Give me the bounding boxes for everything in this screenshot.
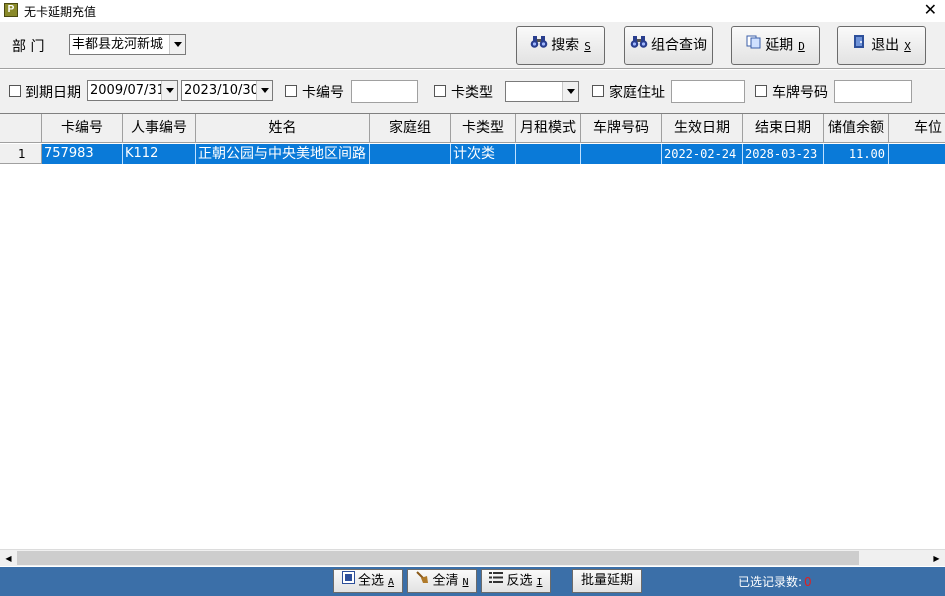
- card-type-label: 卡类型: [451, 85, 493, 101]
- title-bar: P 无卡延期充值 ✕: [0, 0, 945, 22]
- exit-door-icon: [852, 27, 868, 64]
- close-icon[interactable]: ✕: [924, 0, 937, 20]
- row-index[interactable]: 1: [0, 144, 42, 164]
- batch-extend-button[interactable]: 批量延期: [572, 569, 642, 593]
- list-icon: [489, 570, 504, 592]
- card-no-label: 卡编号: [302, 85, 344, 101]
- col-header[interactable]: 结束日期: [743, 114, 824, 143]
- plate-label: 车牌号码: [772, 85, 828, 101]
- plate-checkbox[interactable]: [755, 85, 767, 97]
- family-addr-label: 家庭住址: [609, 85, 665, 101]
- plate-input[interactable]: [834, 80, 912, 103]
- corner-cell: [0, 114, 42, 143]
- cell-rent-mode[interactable]: [516, 144, 581, 164]
- cell-start-date[interactable]: 2022-02-24: [662, 144, 743, 164]
- table-row[interactable]: 1 757983 K112 正朝公园与中央美地区间路 计次类 2022-02-2…: [0, 144, 945, 164]
- family-addr-checkbox[interactable]: [592, 85, 604, 97]
- broom-icon: [415, 570, 429, 592]
- selected-count: 0: [804, 575, 812, 589]
- col-header[interactable]: 卡编号: [42, 114, 123, 143]
- cell-plate[interactable]: [581, 144, 662, 164]
- cell-balance[interactable]: 11.00: [824, 144, 889, 164]
- dept-value: 丰都县龙河新城: [72, 37, 164, 52]
- window-title: 无卡延期充值: [24, 5, 97, 19]
- binoculars-icon: [630, 27, 648, 64]
- cell-staff-no[interactable]: K112: [123, 144, 196, 164]
- chevron-down-icon[interactable]: [256, 81, 272, 100]
- col-header[interactable]: 人事编号: [123, 114, 196, 143]
- copy-icon: [746, 27, 762, 64]
- toolbar-divider: [0, 68, 945, 70]
- cell-family-group[interactable]: [370, 144, 451, 164]
- col-header[interactable]: 车位: [889, 114, 945, 143]
- dept-select[interactable]: 丰都县龙河新城: [69, 34, 186, 55]
- cell-card-type[interactable]: 计次类: [451, 144, 516, 164]
- col-header[interactable]: 储值余额: [824, 114, 889, 143]
- col-header[interactable]: 月租模式: [516, 114, 581, 143]
- extend-button[interactable]: 延期 D: [731, 26, 820, 65]
- select-all-icon: [341, 570, 355, 592]
- combo-query-button[interactable]: 组合查询: [624, 26, 713, 65]
- clear-all-button[interactable]: 全清 N: [407, 569, 477, 593]
- footer-bar: 全选 A 全清 N 反选 I 批量延期 已选记录数: 0: [0, 567, 945, 596]
- grid-header: 卡编号 人事编号 姓名 家庭组 卡类型 月租模式 车牌号码 生效日期 结束日期 …: [0, 114, 945, 143]
- scroll-right-icon[interactable]: ▶: [928, 550, 945, 567]
- dept-label: 部 门: [12, 39, 45, 55]
- card-type-select[interactable]: [505, 81, 579, 102]
- horizontal-scrollbar[interactable]: ◀ ▶: [0, 549, 945, 566]
- cell-card-no[interactable]: 757983: [42, 144, 123, 164]
- data-grid[interactable]: 卡编号 人事编号 姓名 家庭组 卡类型 月租模式 车牌号码 生效日期 结束日期 …: [0, 113, 945, 567]
- chevron-down-icon[interactable]: [562, 82, 578, 101]
- date-from-picker[interactable]: 2009/07/31: [87, 80, 178, 101]
- exit-button[interactable]: 退出 X: [837, 26, 926, 65]
- card-no-checkbox[interactable]: [285, 85, 297, 97]
- scroll-thumb[interactable]: [17, 551, 859, 565]
- cell-name[interactable]: 正朝公园与中央美地区间路: [196, 144, 370, 164]
- col-header[interactable]: 卡类型: [451, 114, 516, 143]
- col-header[interactable]: 家庭组: [370, 114, 451, 143]
- date-to-picker[interactable]: 2023/10/30: [181, 80, 273, 101]
- col-header[interactable]: 生效日期: [662, 114, 743, 143]
- chevron-down-icon[interactable]: [169, 35, 185, 54]
- card-no-input[interactable]: [351, 80, 418, 103]
- app-icon: P: [4, 3, 18, 17]
- selected-count-text: 已选记录数: 0: [738, 575, 812, 589]
- cell-end-date[interactable]: 2028-03-23: [743, 144, 824, 164]
- search-button[interactable]: 搜索 S: [516, 26, 605, 65]
- card-type-checkbox[interactable]: [434, 85, 446, 97]
- chevron-down-icon[interactable]: [161, 81, 177, 100]
- col-header[interactable]: 车牌号码: [581, 114, 662, 143]
- expire-date-checkbox[interactable]: [9, 85, 21, 97]
- expire-date-label: 到期日期: [25, 85, 81, 101]
- family-addr-input[interactable]: [671, 80, 745, 103]
- col-header[interactable]: 姓名: [196, 114, 370, 143]
- binoculars-icon: [530, 27, 548, 64]
- scroll-left-icon[interactable]: ◀: [0, 550, 17, 567]
- select-all-button[interactable]: 全选 A: [333, 569, 403, 593]
- cell-parking-slot[interactable]: [889, 144, 945, 164]
- invert-selection-button[interactable]: 反选 I: [481, 569, 551, 593]
